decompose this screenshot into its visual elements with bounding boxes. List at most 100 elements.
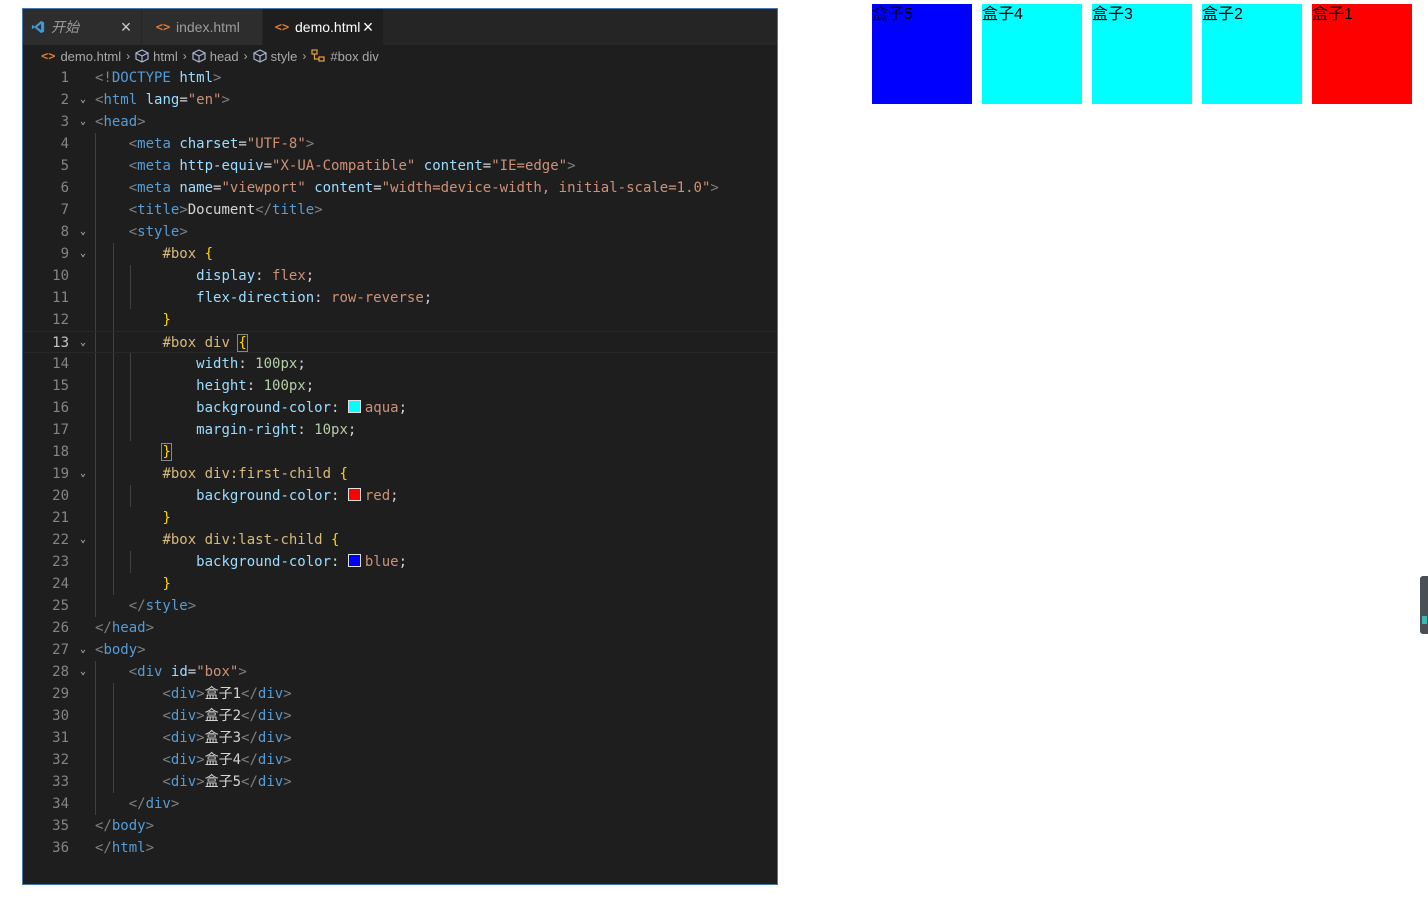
code-text: }: [162, 510, 171, 526]
preview-box: 盒子2: [1202, 4, 1302, 104]
code-line[interactable]: 8 ⌄ <style>: [23, 221, 777, 243]
code-line[interactable]: 5 <meta http-equiv="X-UA-Compatible" con…: [23, 155, 777, 177]
code-line[interactable]: 26 </head>: [23, 617, 777, 639]
code-line[interactable]: 36 </html>: [23, 837, 777, 859]
fold-chevron-icon[interactable]: ⌄: [77, 639, 89, 661]
code-line[interactable]: 13 ⌄ #box div {: [23, 331, 777, 353]
code-line[interactable]: 9 ⌄ #box {: [23, 243, 777, 265]
breadcrumb-label: head: [209, 48, 239, 64]
code-line[interactable]: 7 <title>Document</title>: [23, 199, 777, 221]
element-icon: [253, 49, 267, 63]
preview-box-container: 盒子5 盒子4 盒子3 盒子2 盒子1: [872, 4, 1422, 104]
preview-box: 盒子5: [872, 4, 972, 104]
line-number: 3: [60, 114, 69, 130]
color-swatch[interactable]: [347, 488, 361, 501]
tab-label: index.html: [176, 19, 240, 35]
code-line[interactable]: 19 ⌄ #box div:first-child {: [23, 463, 777, 485]
breadcrumb-head[interactable]: head: [192, 49, 239, 64]
side-panel-handle[interactable]: [1420, 576, 1428, 634]
code-text: <div>盒子2</div>: [162, 708, 292, 724]
code-line[interactable]: 6 <meta name="viewport" content="width=d…: [23, 177, 777, 199]
line-number: 1: [60, 70, 69, 86]
line-number: 35: [52, 818, 69, 834]
breadcrumb-html[interactable]: html: [135, 49, 178, 64]
tab-start[interactable]: 开始 ×: [23, 9, 141, 45]
line-number: 8: [60, 224, 69, 240]
code-line[interactable]: 10 display: flex;: [23, 265, 777, 287]
breadcrumb-label: html: [153, 48, 178, 64]
code-text: background-color: blue;: [196, 554, 408, 570]
fold-chevron-icon[interactable]: ⌄: [77, 221, 89, 243]
code-line[interactable]: 12 }: [23, 309, 777, 331]
preview-box: 盒子3: [1092, 4, 1192, 104]
color-swatch[interactable]: [347, 400, 361, 413]
code-editor-window: 开始 × <> index.html <> demo.html × <> dem…: [22, 8, 778, 885]
css-selector-icon: [311, 49, 325, 62]
code-line[interactable]: 11 flex-direction: row-reverse;: [23, 287, 777, 309]
line-number: 7: [60, 202, 69, 218]
tab-index-html[interactable]: <> index.html: [142, 9, 262, 45]
fold-chevron-icon[interactable]: ⌄: [77, 332, 89, 354]
fold-chevron-icon[interactable]: ⌄: [77, 661, 89, 683]
code-line[interactable]: 17 margin-right: 10px;: [23, 419, 777, 441]
code-line[interactable]: 22 ⌄ #box div:last-child {: [23, 529, 777, 551]
code-text: margin-right: 10px;: [196, 422, 357, 438]
code-line[interactable]: 34 </div>: [23, 793, 777, 815]
line-number: 4: [60, 136, 69, 152]
code-line[interactable]: 24 }: [23, 573, 777, 595]
fold-chevron-icon[interactable]: ⌄: [77, 529, 89, 551]
close-tab-button[interactable]: ×: [361, 18, 375, 36]
line-number: 36: [52, 840, 69, 856]
code-line[interactable]: 23 background-color: blue;: [23, 551, 777, 573]
fold-chevron-icon[interactable]: ⌄: [77, 89, 89, 111]
breadcrumb-style[interactable]: style: [253, 49, 297, 64]
code-text: width: 100px;: [196, 356, 306, 372]
code-text: <meta http-equiv="X-UA-Compatible" conte…: [128, 158, 576, 174]
code-line[interactable]: 21 }: [23, 507, 777, 529]
fold-chevron-icon[interactable]: ⌄: [77, 463, 89, 485]
tab-demo-html[interactable]: <> demo.html ×: [263, 9, 383, 45]
code-line[interactable]: 2 ⌄ <html lang="en">: [23, 89, 777, 111]
line-number: 6: [60, 180, 69, 196]
color-swatch[interactable]: [347, 554, 361, 567]
code-text: #box div:first-child {: [162, 466, 348, 482]
tab-bar: 开始 × <> index.html <> demo.html ×: [23, 9, 777, 45]
html-file-icon: <>: [274, 20, 290, 34]
line-number: 29: [52, 686, 69, 702]
code-line[interactable]: 33 <div>盒子5</div>: [23, 771, 777, 793]
code-line[interactable]: 28 ⌄ <div id="box">: [23, 661, 777, 683]
code-line[interactable]: 4 <meta charset="UTF-8">: [23, 133, 777, 155]
code-line[interactable]: 29 <div>盒子1</div>: [23, 683, 777, 705]
line-number: 32: [52, 752, 69, 768]
code-line[interactable]: 20 background-color: red;: [23, 485, 777, 507]
code-text: <meta charset="UTF-8">: [128, 136, 315, 152]
code-line[interactable]: 1 <!DOCTYPE html>: [23, 67, 777, 89]
breadcrumb-selector[interactable]: #box div: [311, 49, 379, 64]
code-line[interactable]: 27 ⌄ <body>: [23, 639, 777, 661]
code-area[interactable]: 1 <!DOCTYPE html> 2 ⌄ <html lang="en"> 3 ⌄ <hea…: [23, 67, 777, 884]
close-tab-button[interactable]: ×: [119, 18, 133, 36]
code-line[interactable]: 15 height: 100px;: [23, 375, 777, 397]
line-number: 20: [52, 488, 69, 504]
code-text: </html>: [95, 840, 155, 856]
fold-chevron-icon[interactable]: ⌄: [77, 243, 89, 265]
code-text: #box div {: [162, 334, 248, 352]
code-line[interactable]: 25 </style>: [23, 595, 777, 617]
code-text: <html lang="en">: [95, 92, 230, 108]
line-number: 19: [52, 466, 69, 482]
breadcrumb-file[interactable]: <> demo.html: [41, 49, 121, 64]
code-line[interactable]: 16 background-color: aqua;: [23, 397, 777, 419]
code-line[interactable]: 31 <div>盒子3</div>: [23, 727, 777, 749]
code-text: </head>: [95, 620, 155, 636]
code-line[interactable]: 35 </body>: [23, 815, 777, 837]
code-line[interactable]: 32 <div>盒子4</div>: [23, 749, 777, 771]
line-number: 27: [52, 642, 69, 658]
code-line[interactable]: 30 <div>盒子2</div>: [23, 705, 777, 727]
code-line[interactable]: 14 width: 100px;: [23, 353, 777, 375]
code-text: </body>: [95, 818, 155, 834]
fold-chevron-icon[interactable]: ⌄: [77, 111, 89, 133]
vscode-logo-icon: [31, 20, 45, 34]
line-number: 17: [52, 422, 69, 438]
code-line[interactable]: 3 ⌄ <head>: [23, 111, 777, 133]
code-line[interactable]: 18 }: [23, 441, 777, 463]
